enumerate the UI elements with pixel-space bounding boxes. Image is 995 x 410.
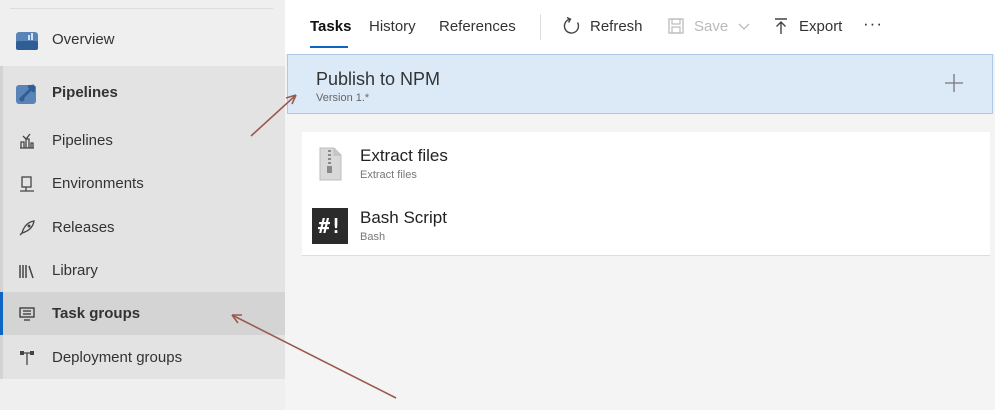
save-button[interactable]: Save: [666, 16, 750, 36]
sidebar-item-environments[interactable]: Environments: [0, 162, 285, 205]
library-icon: [14, 258, 40, 284]
task-name: Bash Script: [360, 208, 447, 227]
sidebar-item-label: Environments: [52, 175, 144, 192]
save-icon: [666, 16, 686, 36]
task-item-extract-files[interactable]: Extract files Extract files: [302, 132, 990, 194]
bash-icon-glyph: #!: [317, 214, 343, 238]
sidebar-item-label: Releases: [52, 219, 115, 236]
sidebar: Overview Pipelines Pipelines Environment…: [0, 0, 285, 410]
sidebar-item-label: Overview: [52, 31, 115, 48]
sidebar-section-label: Pipelines: [52, 84, 118, 101]
sidebar-item-label: Deployment groups: [52, 349, 183, 366]
sidebar-item-deployment-groups[interactable]: Deployment groups: [0, 336, 285, 379]
tab-history[interactable]: History: [369, 18, 416, 35]
active-tab-indicator: [310, 46, 348, 48]
bash-icon: #!: [312, 208, 348, 244]
refresh-icon: [562, 16, 582, 36]
sidebar-item-library[interactable]: Library: [0, 249, 285, 292]
sidebar-item-pipelines[interactable]: Pipelines: [0, 119, 285, 162]
plus-icon: [945, 74, 963, 92]
releases-icon: [14, 215, 40, 241]
export-button[interactable]: Export: [771, 16, 842, 36]
task-group-header[interactable]: Publish to NPM Version 1.*: [287, 54, 993, 114]
sidebar-item-label: Library: [52, 262, 98, 279]
task-subtitle: Bash: [360, 231, 386, 243]
deployment-groups-icon: [14, 345, 40, 371]
pipelines-icon: [14, 128, 40, 154]
toolbar-divider: [540, 14, 541, 40]
save-label: Save: [694, 17, 729, 35]
sidebar-section-pipelines[interactable]: Pipelines: [0, 71, 285, 114]
sidebar-item-label: Pipelines: [52, 132, 113, 149]
pipelines-rocket-icon: [14, 80, 40, 106]
task-item-bash-script[interactable]: #! Bash Script Bash: [302, 194, 990, 256]
overview-icon: [14, 27, 40, 53]
tab-references[interactable]: References: [439, 18, 516, 35]
export-label: Export: [799, 17, 843, 35]
sidebar-item-overview[interactable]: Overview: [0, 18, 285, 61]
zip-file-icon: [312, 146, 348, 182]
task-subtitle: Extract files: [360, 169, 417, 181]
sidebar-item-label: Task groups: [52, 305, 141, 322]
sidebar-item-task-groups[interactable]: Task groups: [0, 292, 285, 335]
chevron-down-icon: [738, 18, 750, 35]
sidebar-item-releases[interactable]: Releases: [0, 206, 285, 249]
toolbar: Tasks History References Refresh Save Ex…: [285, 0, 995, 54]
main-content: Tasks History References Refresh Save Ex…: [285, 0, 995, 410]
task-name: Extract files: [360, 146, 448, 165]
divider: [10, 8, 273, 9]
environments-icon: [14, 171, 40, 197]
refresh-button[interactable]: Refresh: [562, 16, 643, 36]
task-group-title: Publish to NPM: [316, 69, 441, 89]
add-task-button[interactable]: [942, 71, 966, 95]
task-groups-icon: [14, 301, 40, 327]
refresh-label: Refresh: [590, 17, 643, 35]
more-options-button[interactable]: ···: [863, 14, 883, 34]
export-icon: [771, 16, 791, 36]
task-group-version: Version 1.*: [316, 92, 370, 104]
tab-tasks[interactable]: Tasks: [310, 18, 351, 35]
task-list: Extract files Extract files #! Bash Scri…: [302, 132, 990, 256]
